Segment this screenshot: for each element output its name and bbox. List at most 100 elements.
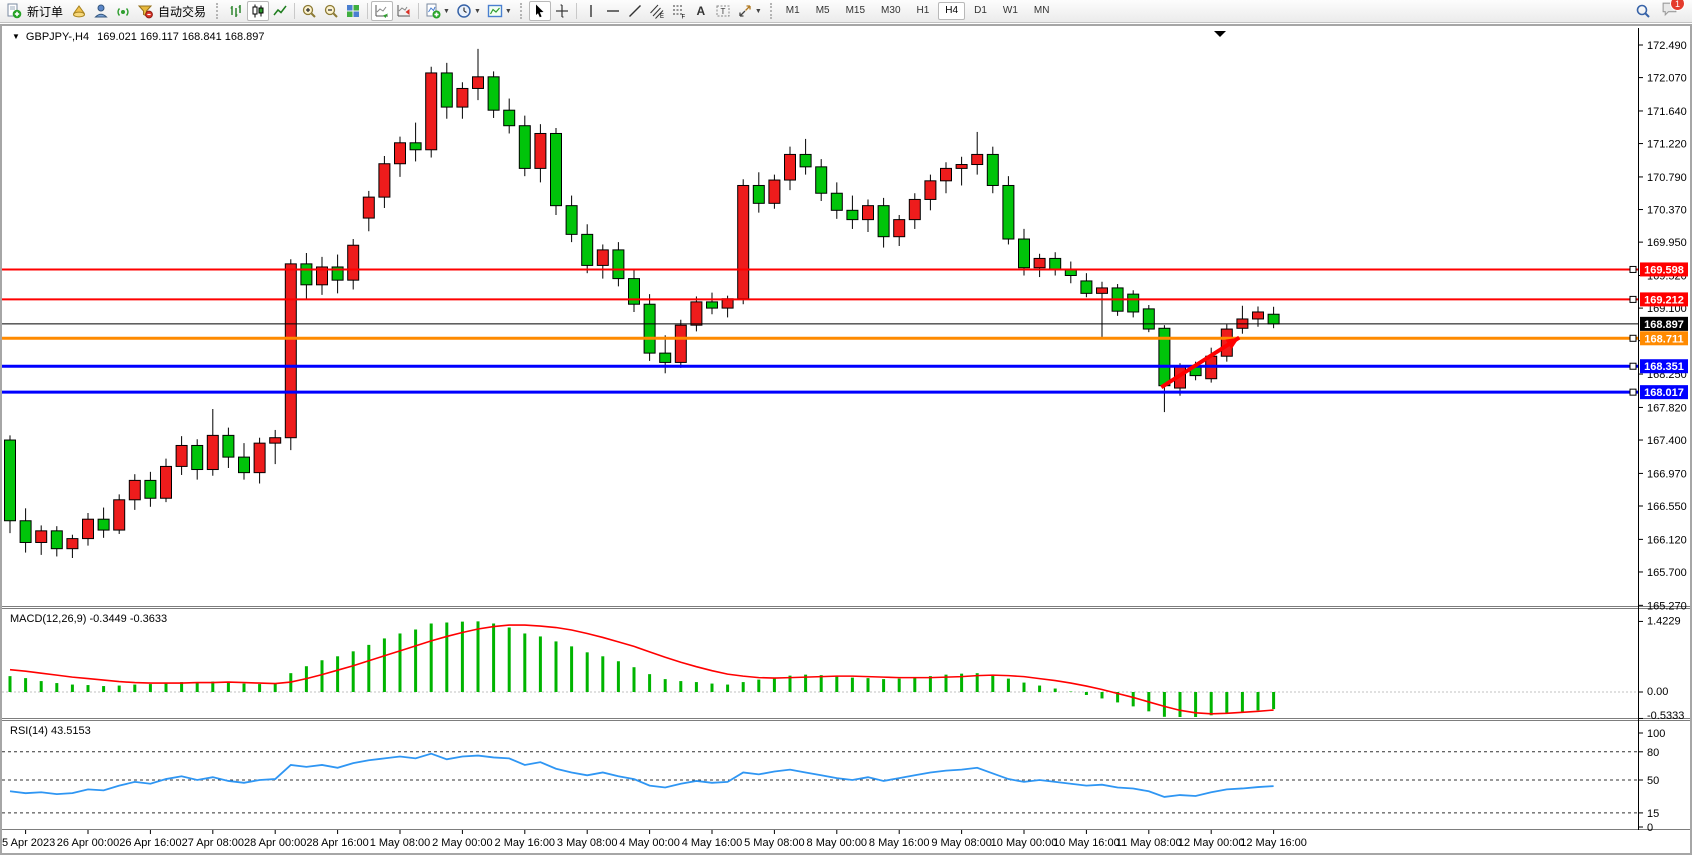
svg-text:T: T (720, 7, 725, 16)
trendline-button[interactable] (624, 1, 646, 21)
trendline-icon (627, 3, 643, 19)
svg-text:E: E (660, 14, 664, 19)
tab-timeframe-H1[interactable]: H1 (910, 2, 937, 20)
toolbar-separator (576, 3, 577, 19)
svg-text:10 May 16:00: 10 May 16:00 (1053, 837, 1120, 849)
tab-timeframe-M5[interactable]: M5 (809, 2, 837, 20)
rsi-indicator-label: RSI(14) 43.5153 (10, 725, 91, 737)
svg-text:4 May 00:00: 4 May 00:00 (619, 837, 680, 849)
svg-text:10 May 00:00: 10 May 00:00 (991, 837, 1058, 849)
svg-text:F: F (681, 15, 685, 20)
indicators-button[interactable]: ▼ (422, 1, 453, 21)
svg-text:168.897: 168.897 (1644, 319, 1684, 331)
chart-shift-button[interactable] (393, 1, 415, 21)
line-chart-button[interactable] (269, 1, 291, 21)
svg-text:27 Apr 08:00: 27 Apr 08:00 (182, 837, 244, 849)
equidistant-channel-button[interactable]: E (646, 1, 668, 21)
vertical-line-button[interactable] (580, 1, 602, 21)
main-toolbar: 新订单 自动交易 ▼ ▼ (0, 0, 1692, 23)
cursor-button[interactable] (529, 1, 551, 21)
arrows-button[interactable]: ▼ (734, 1, 765, 21)
svg-text:26 Apr 00:00: 26 Apr 00:00 (57, 837, 119, 849)
fibonacci-icon: F (671, 3, 687, 19)
tab-timeframe-MN[interactable]: MN (1027, 2, 1057, 20)
vertical-line-icon (583, 3, 599, 19)
crosshair-button[interactable] (551, 1, 573, 21)
svg-text:168.351: 168.351 (1644, 361, 1684, 373)
svg-text:166.120: 166.120 (1647, 534, 1687, 546)
svg-text:2 May 16:00: 2 May 16:00 (495, 837, 556, 849)
search-icon[interactable] (1635, 3, 1651, 19)
chevron-down-icon: ▼ (474, 8, 481, 15)
toolbar-separator (294, 3, 295, 19)
svg-text:80: 80 (1647, 747, 1659, 759)
svg-text:28 Apr 00:00: 28 Apr 00:00 (244, 837, 306, 849)
text-label-button[interactable]: T (712, 1, 734, 21)
tab-timeframe-M15[interactable]: M15 (839, 2, 872, 20)
auto-scroll-icon (374, 3, 390, 19)
tab-timeframe-M30[interactable]: M30 (874, 2, 907, 20)
new-order-icon (6, 3, 22, 19)
svg-text:8 May 00:00: 8 May 00:00 (807, 837, 868, 849)
rsi-name: RSI(14) (10, 725, 48, 737)
tab-timeframe-D1[interactable]: D1 (967, 2, 994, 20)
candlestick-chart-button[interactable] (247, 1, 269, 21)
new-order-button[interactable] (3, 1, 25, 21)
tile-windows-icon (345, 3, 361, 19)
chat-button[interactable]: 1 (1661, 0, 1678, 22)
svg-text:0: 0 (1647, 822, 1653, 834)
signal-button[interactable] (112, 1, 134, 21)
text-tool-button[interactable]: A (690, 1, 712, 21)
svg-text:171.640: 171.640 (1647, 106, 1687, 118)
svg-text:0.00: 0.00 (1647, 686, 1668, 698)
profile-button[interactable] (90, 1, 112, 21)
chart-collapse-icon[interactable]: ▼ (12, 32, 20, 41)
bar-chart-icon (228, 3, 244, 19)
svg-text:168.017: 168.017 (1644, 387, 1684, 399)
svg-text:171.220: 171.220 (1647, 139, 1687, 151)
toolbar-grip[interactable] (520, 3, 525, 19)
svg-text:172.070: 172.070 (1647, 73, 1687, 85)
tab-timeframe-H4[interactable]: H4 (938, 2, 965, 20)
deposit-button[interactable] (68, 1, 90, 21)
svg-text:100: 100 (1647, 728, 1665, 740)
auto-trading-label[interactable]: 自动交易 (158, 3, 206, 20)
chart-window: ▼ GBPJPY-,H4 169.021 169.117 168.841 168.8… (0, 24, 1692, 855)
new-order-label[interactable]: 新订单 (27, 3, 63, 20)
svg-text:167.820: 167.820 (1647, 402, 1687, 414)
template-icon (487, 3, 503, 19)
bar-chart-button[interactable] (225, 1, 247, 21)
toolbar-grip[interactable] (216, 3, 221, 19)
svg-text:28 Apr 16:00: 28 Apr 16:00 (306, 837, 368, 849)
fibonacci-button[interactable]: F (668, 1, 690, 21)
svg-text:1 May 08:00: 1 May 08:00 (370, 837, 431, 849)
templates-button[interactable]: ▼ (484, 1, 515, 21)
gold-deposit-icon (71, 3, 87, 19)
horizontal-line-button[interactable] (602, 1, 624, 21)
toolbar-grip[interactable] (770, 3, 775, 19)
toolbar-separator (367, 3, 368, 19)
tile-windows-button[interactable] (342, 1, 364, 21)
notification-badge: 1 (1670, 0, 1685, 11)
tab-timeframe-M1[interactable]: M1 (779, 2, 807, 20)
macd-name: MACD(12,26,9) (10, 613, 86, 625)
auto-trading-button[interactable] (134, 1, 156, 21)
zoom-in-button[interactable] (298, 1, 320, 21)
price-chart-canvas[interactable]: 172.490172.070171.640171.220170.790170.3… (2, 26, 1690, 853)
horizontal-line-icon (605, 3, 621, 19)
svg-text:172.490: 172.490 (1647, 40, 1687, 52)
tab-timeframe-W1[interactable]: W1 (996, 2, 1025, 20)
zoom-out-button[interactable] (320, 1, 342, 21)
auto-scroll-button[interactable] (371, 1, 393, 21)
periods-button[interactable]: ▼ (453, 1, 484, 21)
cursor-icon (532, 3, 548, 19)
svg-text:169.212: 169.212 (1644, 294, 1684, 306)
chart-symbol-period: GBPJPY-,H4 (26, 31, 89, 43)
chart-ohlc-values: 169.021 169.117 168.841 168.897 (97, 31, 264, 43)
svg-text:4 May 16:00: 4 May 16:00 (682, 837, 743, 849)
svg-text:165.270: 165.270 (1647, 600, 1687, 612)
line-chart-icon (272, 3, 288, 19)
svg-text:166.970: 166.970 (1647, 468, 1687, 480)
svg-text:15: 15 (1647, 808, 1659, 820)
crosshair-icon (554, 3, 570, 19)
